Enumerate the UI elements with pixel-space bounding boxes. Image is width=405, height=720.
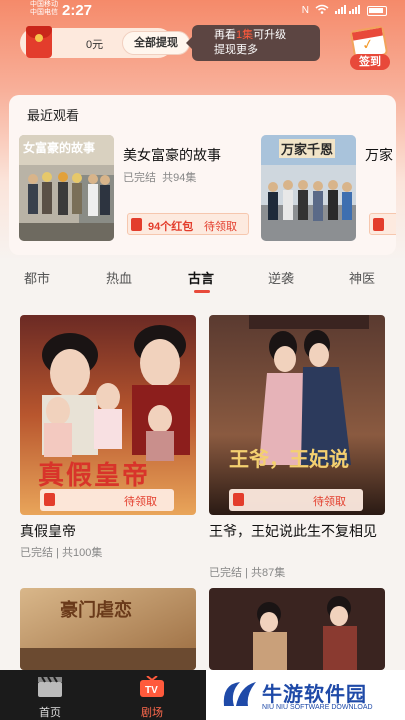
drama-status: 已完结	[20, 547, 53, 559]
drama-title: 王爷，王妃说此生不复相见	[209, 523, 377, 539]
poster-image: 豪门虐恋	[20, 588, 196, 670]
reward-status: 待领取	[204, 221, 237, 233]
tab-rexue[interactable]: 热血	[106, 268, 132, 287]
clock: 2:27	[62, 2, 93, 19]
recently-watched-section: 最近观看 女富豪的故事 美女富豪的故事 已完结 共94集 94个红包 待领取 万…	[9, 95, 396, 255]
red-envelope-icon	[233, 493, 244, 506]
status-bar: 中国移动 中国电信 2:27 N	[0, 0, 405, 24]
drama-episodes: 共100集	[61, 547, 103, 559]
watermark-logo-icon	[223, 682, 256, 706]
drama-meta: 已完结 | 共87集	[209, 567, 286, 579]
red-envelope-icon	[26, 26, 52, 58]
poster-image: 真假皇帝	[20, 315, 196, 515]
checkin-label: 签到	[350, 54, 390, 70]
tip-line-2: 提现更多	[214, 44, 258, 56]
tip-highlight: 1集	[236, 29, 254, 41]
poster-caption: 万家千恩	[279, 139, 336, 158]
tab-nixi[interactable]: 逆袭	[268, 268, 294, 287]
section-title: 最近观看	[27, 108, 80, 123]
reward-pending-button[interactable]	[369, 213, 396, 235]
active-tab-indicator	[194, 290, 210, 293]
wifi-icon	[315, 4, 329, 17]
nav-home[interactable]: 首页	[20, 670, 80, 720]
poster-image: 王爷，王妃说	[209, 315, 385, 515]
withdraw-all-button[interactable]: 全部提现	[122, 31, 190, 55]
recent-item[interactable]: 万家千恩 万家	[261, 135, 396, 243]
drama-meta: 已完结 | 共100集	[20, 547, 103, 559]
nav-theater[interactable]: TV 剧场	[122, 670, 182, 720]
tab-shenyi[interactable]: 神医	[349, 268, 375, 287]
recent-meta: 已完结 共94集	[123, 169, 196, 185]
poster-image	[209, 588, 385, 670]
reward-pending-button[interactable]: 94个红包 待领取	[127, 213, 249, 235]
nfc-icon: N	[301, 5, 309, 16]
red-envelope-icon	[131, 218, 142, 231]
upgrade-tip: 再看1集可升级 提现更多	[186, 25, 320, 61]
carrier-info: 中国移动 中国电信	[30, 1, 58, 17]
wallet-balance: 0元	[86, 39, 104, 51]
recent-item[interactable]: 女富豪的故事 美女富豪的故事 已完结 共94集 94个红包 待领取	[19, 135, 259, 243]
reward-pending-button[interactable]: 待领取	[229, 489, 363, 511]
carrier-2: 中国电信	[30, 9, 58, 16]
recent-title: 美女富豪的故事	[123, 147, 221, 163]
drama-card[interactable]: 真假皇帝 待领取 真假皇帝 已完结 | 共100集	[20, 315, 196, 565]
carrier-1: 中国移动	[30, 1, 58, 8]
poster-caption: 豪门虐恋	[60, 600, 132, 621]
battery-icon	[367, 5, 387, 16]
drama-card[interactable]: 豪门虐恋	[20, 588, 196, 670]
poster-image: 万家千恩	[261, 135, 356, 241]
status-icons: N	[302, 4, 387, 17]
poster-caption: 王爷，王妃说	[229, 447, 349, 471]
drama-card[interactable]: 王爷，王妃说 待领取 王爷，王妃说此生不复相见 已完结 | 共87集	[209, 315, 385, 585]
nav-home-label: 首页	[39, 707, 61, 719]
drama-episodes: 共87集	[250, 567, 286, 579]
tip-prefix: 再看	[214, 29, 236, 41]
tab-guyan[interactable]: 古言	[188, 268, 214, 287]
site-watermark: 牛游软件园 NIU NIU SOFTWARE DOWNLOAD	[206, 670, 405, 720]
watermark-subtitle: NIU NIU SOFTWARE DOWNLOAD	[262, 704, 373, 711]
tab-dushi[interactable]: 都市	[24, 268, 50, 287]
reward-count: 94个红包	[148, 221, 194, 233]
signal-icon	[335, 4, 361, 17]
category-tabs: 都市 热血 古言 逆袭 神医	[0, 266, 405, 296]
red-envelope-icon	[373, 218, 384, 231]
poster-image: 女富豪的故事	[19, 135, 114, 241]
watermark-title: 牛游软件园	[262, 684, 367, 706]
recent-status: 已完结	[123, 172, 156, 184]
wallet-pill: 0元 全部提现	[20, 26, 190, 58]
checkin-button[interactable]: ✓ 签到	[344, 25, 394, 72]
poster-caption: 真假皇帝	[38, 461, 151, 491]
reward-status: 待领取	[124, 496, 157, 508]
reward-pending-button[interactable]: 待领取	[40, 489, 174, 511]
recent-title: 万家	[365, 147, 393, 163]
svg-text:TV: TV	[145, 685, 158, 696]
poster-caption: 女富豪的故事	[23, 141, 96, 155]
drama-card[interactable]	[209, 588, 385, 670]
nav-theater-label: 剧场	[141, 707, 163, 719]
recent-episodes: 共94集	[162, 172, 197, 184]
drama-title: 真假皇帝	[20, 523, 76, 539]
tv-icon: TV	[140, 676, 164, 697]
red-envelope-icon	[44, 493, 55, 506]
drama-status: 已完结	[209, 567, 242, 579]
clapperboard-icon	[38, 676, 62, 697]
reward-status: 待领取	[313, 496, 346, 508]
tip-suffix: 可升级	[253, 29, 287, 41]
